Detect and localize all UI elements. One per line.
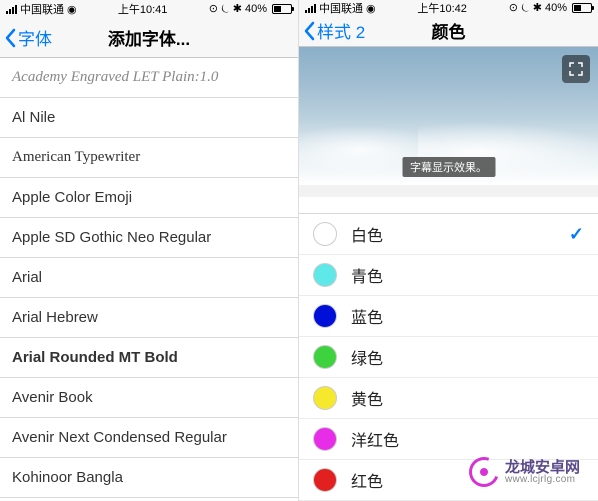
font-item[interactable]: Al Nile: [0, 98, 298, 138]
color-swatch: [313, 263, 337, 287]
color-label: 绿色: [351, 345, 584, 369]
color-item-green[interactable]: 绿色: [299, 337, 598, 378]
chevron-left-icon: [303, 21, 315, 41]
wifi-icon: ◉: [67, 3, 77, 16]
nav-bar: 样式 2 颜色: [299, 16, 598, 47]
color-label: 蓝色: [351, 304, 584, 328]
font-item[interactable]: Apple SD Gothic Neo Regular: [0, 218, 298, 258]
font-item[interactable]: Avenir Next Condensed Regular: [0, 418, 298, 458]
color-item-magenta[interactable]: 洋红色: [299, 419, 598, 460]
font-item[interactable]: Arial Hebrew: [0, 298, 298, 338]
color-label: 青色: [351, 263, 584, 287]
font-item[interactable]: Arial Rounded MT Bold: [0, 338, 298, 378]
logo-icon: [469, 457, 499, 487]
battery-icon: [570, 3, 592, 13]
font-item[interactable]: Kohinoor Bangla: [0, 458, 298, 498]
color-swatch: [313, 427, 337, 451]
chevron-left-icon: [4, 28, 16, 48]
font-item[interactable]: American Typewriter: [0, 138, 298, 178]
font-item[interactable]: Apple Color Emoji: [0, 178, 298, 218]
section-gap: [299, 185, 598, 197]
status-right: ⊙ ⏾ ✱ 40%: [209, 2, 292, 16]
battery-label: 40%: [245, 3, 267, 15]
alarm-icon: ⊙ ⏾ ✱: [509, 1, 542, 15]
color-label: 洋红色: [351, 427, 584, 451]
color-label: 黄色: [351, 386, 584, 410]
status-time: 上午10:41: [118, 1, 168, 17]
status-bar: 中国联通 ◉ 上午10:41 ⊙ ⏾ ✱ 40%: [0, 0, 298, 18]
status-left: 中国联通 ◉: [6, 1, 77, 17]
color-screen: 中国联通 ◉ 上午10:42 ⊙ ⏾ ✱ 40% 样式 2 颜色: [299, 0, 598, 501]
color-item-white[interactable]: 白色 ✓: [299, 214, 598, 255]
color-swatch: [313, 222, 337, 246]
back-label: 字体: [18, 25, 52, 50]
font-item[interactable]: Arial: [0, 258, 298, 298]
color-swatch: [313, 345, 337, 369]
subtitle-demo: 字幕显示效果。: [402, 157, 495, 177]
preview-area: 字幕显示效果。: [299, 47, 598, 185]
status-bar: 中国联通 ◉ 上午10:42 ⊙ ⏾ ✱ 40%: [299, 0, 598, 16]
font-item[interactable]: Avenir Book: [0, 378, 298, 418]
back-button[interactable]: 样式 2: [303, 18, 365, 43]
color-swatch: [313, 304, 337, 328]
status-left: 中国联通 ◉: [305, 0, 376, 16]
signal-icon: [6, 5, 17, 14]
battery-icon: [270, 4, 292, 14]
expand-icon: [569, 62, 583, 76]
back-label: 样式 2: [317, 18, 365, 43]
nav-title: 添加字体...: [108, 25, 190, 50]
expand-button[interactable]: [562, 55, 590, 83]
nav-title: 颜色: [432, 18, 466, 43]
signal-icon: [305, 4, 316, 13]
font-list[interactable]: Academy Engraved LET Plain:1.0 Al Nile A…: [0, 58, 298, 501]
color-item-cyan[interactable]: 青色: [299, 255, 598, 296]
watermark-url: www.lcjrlg.com: [505, 475, 580, 485]
alarm-icon: ⊙ ⏾ ✱: [209, 2, 242, 16]
carrier-label: 中国联通: [20, 1, 64, 17]
font-item[interactable]: Academy Engraved LET Plain:1.0: [0, 58, 298, 98]
watermark-title: 龙城安卓网: [505, 460, 580, 475]
nav-bar: 字体 添加字体...: [0, 18, 298, 58]
status-time: 上午10:42: [417, 0, 467, 16]
carrier-label: 中国联通: [319, 0, 363, 16]
wifi-icon: ◉: [366, 2, 376, 15]
color-swatch: [313, 386, 337, 410]
watermark: 龙城安卓网 www.lcjrlg.com: [469, 457, 580, 487]
color-item-blue[interactable]: 蓝色: [299, 296, 598, 337]
back-button[interactable]: 字体: [4, 25, 52, 50]
battery-label: 40%: [545, 2, 567, 14]
color-label: 白色: [351, 222, 569, 246]
color-item-yellow[interactable]: 黄色: [299, 378, 598, 419]
font-screen: 中国联通 ◉ 上午10:41 ⊙ ⏾ ✱ 40% 字体 添加字体... Acad…: [0, 0, 299, 501]
status-right: ⊙ ⏾ ✱ 40%: [509, 1, 592, 15]
color-swatch: [313, 468, 337, 492]
check-icon: ✓: [569, 224, 584, 245]
